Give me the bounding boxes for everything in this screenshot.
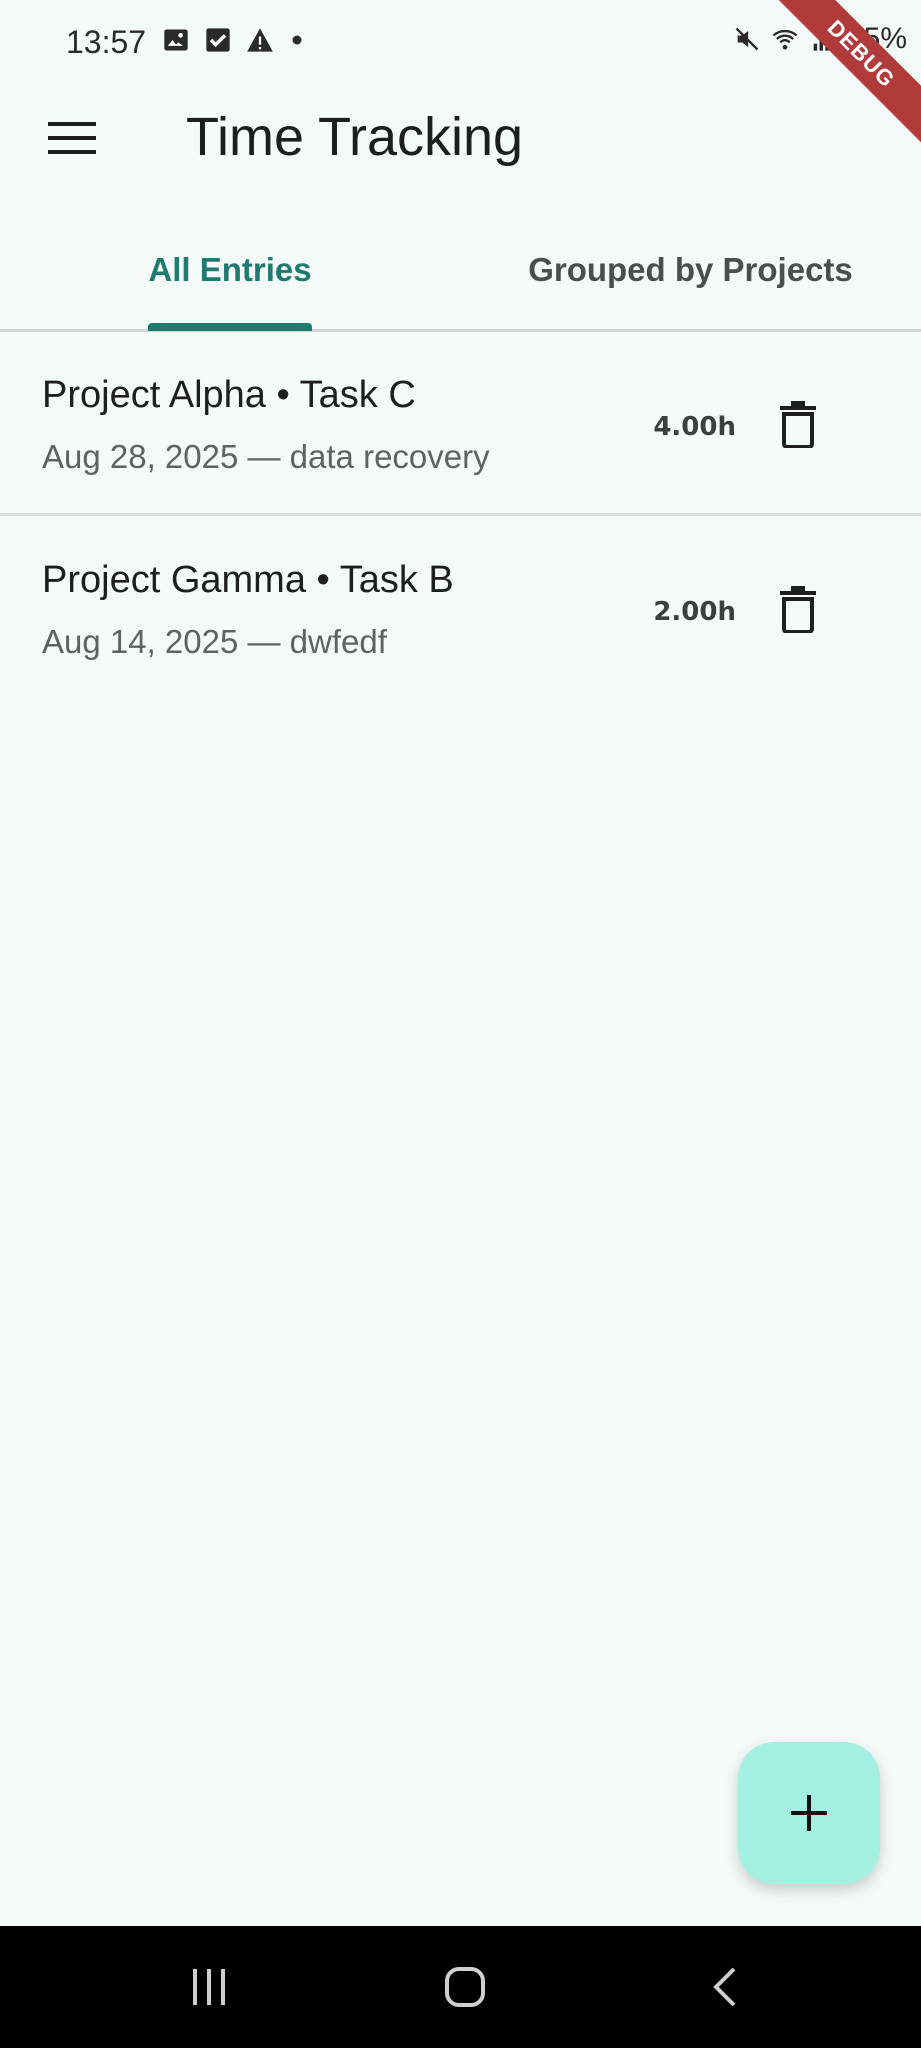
home-icon: [445, 1967, 485, 2007]
tab-all-entries[interactable]: All Entries: [0, 210, 460, 329]
check-box-icon: [206, 28, 230, 52]
entry-title: Project Alpha • Task C: [42, 374, 416, 416]
page-title: Time Tracking: [186, 107, 524, 167]
delete-entry-button[interactable]: [766, 577, 830, 641]
status-time: 13:57: [66, 24, 147, 60]
menu-icon: [48, 122, 96, 154]
menu-button[interactable]: [36, 106, 108, 170]
delete-entry-button[interactable]: [766, 392, 830, 456]
system-navigation-bar: [0, 1926, 921, 2048]
trash-icon: [780, 401, 816, 448]
entry-title: Project Gamma • Task B: [42, 559, 454, 601]
entry-subtitle: Aug 28, 2025 — data recovery: [42, 438, 490, 475]
home-button[interactable]: [430, 1956, 500, 2018]
tab-indicator: [148, 323, 312, 331]
entry-hours: 4.00h: [653, 412, 736, 442]
entry-hours: 2.00h: [653, 597, 736, 627]
status-bar: 13:57 65%: [0, 0, 921, 86]
recents-button[interactable]: [174, 1956, 244, 2018]
image-icon: [164, 29, 188, 51]
back-button[interactable]: [690, 1956, 760, 2018]
tab-grouped-by-projects[interactable]: Grouped by Projects: [460, 210, 921, 329]
app-bar: Time Tracking: [0, 86, 921, 190]
back-icon: [713, 1967, 736, 2007]
plus-icon: [791, 1795, 827, 1831]
trash-icon: [780, 586, 816, 633]
entry-list-item[interactable]: Project Gamma • Task B Aug 14, 2025 — dw…: [0, 517, 921, 701]
entry-subtitle: Aug 14, 2025 — dwfedf: [42, 623, 387, 660]
entry-list-item[interactable]: Project Alpha • Task C Aug 28, 2025 — da…: [0, 332, 921, 516]
wifi-icon: [772, 29, 798, 50]
status-notification-icons: [162, 26, 306, 54]
warning-icon: [247, 28, 273, 52]
dot-icon: [292, 35, 302, 45]
recents-icon: [193, 1969, 225, 2005]
add-entry-button[interactable]: [738, 1742, 880, 1884]
tab-bar: All Entries Grouped by Projects: [0, 210, 921, 332]
mute-icon: [735, 27, 759, 51]
